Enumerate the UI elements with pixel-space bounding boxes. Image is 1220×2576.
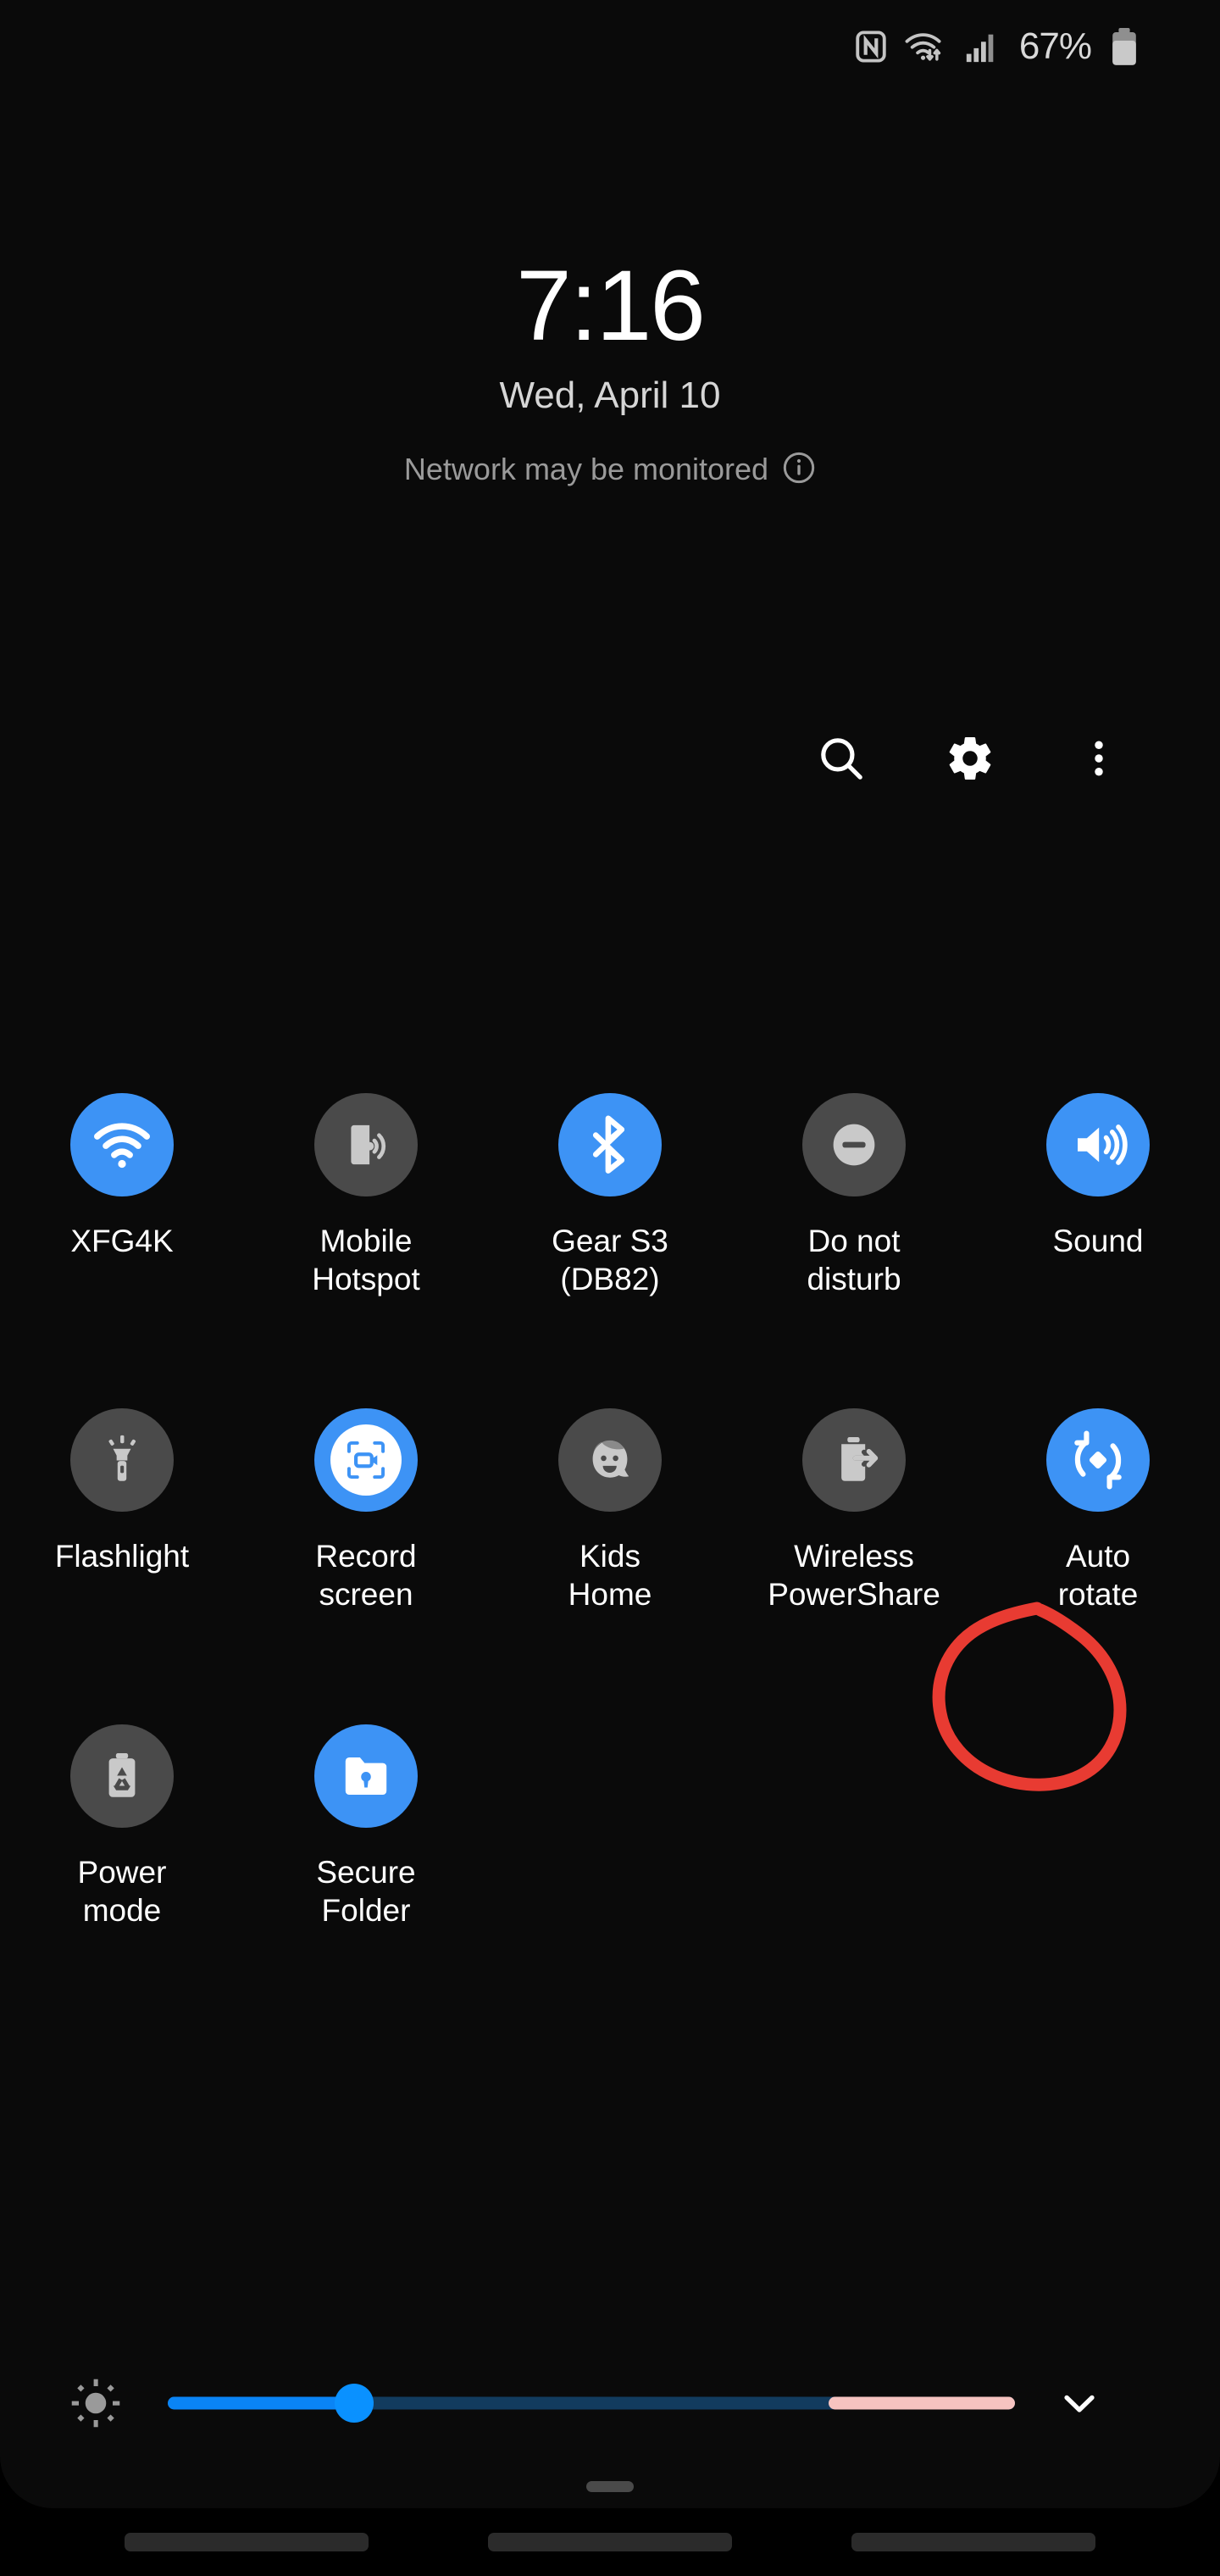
tile-label: Auto rotate <box>1057 1539 1139 1613</box>
nfc-icon <box>853 29 889 64</box>
nav-pill-home[interactable] <box>488 2533 732 2551</box>
network-monitored-notice[interactable]: Network may be monitored <box>0 451 1220 489</box>
tile-power-mode[interactable]: Power mode <box>0 1724 244 1929</box>
battery-icon <box>1110 27 1139 66</box>
settings-button[interactable] <box>940 729 1000 788</box>
tile-label: Sound <box>1052 1224 1144 1258</box>
brightness-row <box>0 2373 1220 2434</box>
nav-pill-recents[interactable] <box>125 2533 369 2551</box>
clock-block[interactable]: 7:16 Wed, April 10 Network may be monito… <box>0 253 1220 489</box>
battery-percent-label: 67% <box>1018 25 1092 67</box>
clock-date[interactable]: Wed, April 10 <box>0 375 1220 417</box>
info-icon[interactable] <box>782 451 816 489</box>
more-options-button[interactable] <box>1069 729 1128 788</box>
nav-pill-back[interactable] <box>851 2533 1095 2551</box>
tile-label: Record screen <box>315 1539 417 1613</box>
tile-sound[interactable]: Sound <box>976 1093 1220 1298</box>
navigation-bar <box>0 2508 1220 2576</box>
wifi-transfer-icon <box>904 28 948 65</box>
panel-drag-handle[interactable] <box>586 2481 634 2492</box>
tile-flashlight[interactable]: Flashlight <box>0 1408 244 1613</box>
wireless-powershare-icon[interactable] <box>802 1408 906 1513</box>
clock-time[interactable]: 7:16 <box>0 253 1220 359</box>
quick-settings-tiles: XFG4K Mobile Hotspot Gear S3 (DB82) Do n… <box>0 1093 1220 1929</box>
do-not-disturb-icon[interactable] <box>802 1093 906 1196</box>
power-mode-icon[interactable] <box>70 1724 174 1828</box>
quick-settings-panel: 67% 7:16 Wed, April 10 Network may be mo… <box>0 0 1220 2508</box>
tile-bluetooth[interactable]: Gear S3 (DB82) <box>488 1093 732 1298</box>
expand-brightness-button[interactable] <box>1049 2373 1110 2434</box>
tile-wifi[interactable]: XFG4K <box>0 1093 244 1298</box>
bluetooth-icon[interactable] <box>558 1093 662 1196</box>
tile-label: XFG4K <box>70 1224 174 1258</box>
tile-wireless-powershare[interactable]: Wireless PowerShare <box>732 1408 976 1613</box>
flashlight-icon[interactable] <box>70 1408 174 1513</box>
tile-label: Flashlight <box>54 1539 190 1574</box>
brightness-slider-thumb[interactable] <box>335 2384 374 2423</box>
tile-kids-home[interactable]: Kids Home <box>488 1408 732 1613</box>
status-bar: 67% <box>0 0 1220 93</box>
wifi-icon[interactable] <box>70 1093 174 1196</box>
brightness-slider-fill <box>168 2396 354 2410</box>
tile-label: Gear S3 (DB82) <box>552 1224 668 1297</box>
tile-label: Mobile Hotspot <box>312 1224 420 1297</box>
brightness-slider[interactable] <box>168 2384 1015 2423</box>
auto-rotate-icon[interactable] <box>1046 1408 1150 1513</box>
tile-auto-rotate[interactable]: Auto rotate <box>976 1408 1220 1613</box>
record-screen-inner-disc <box>330 1424 402 1496</box>
brightness-icon[interactable] <box>66 2373 125 2433</box>
secure-folder-icon[interactable] <box>314 1724 418 1828</box>
tile-secure-folder[interactable]: Secure Folder <box>244 1724 488 1929</box>
tile-record-screen[interactable]: Record screen <box>244 1408 488 1613</box>
tile-label: Kids Home <box>568 1539 652 1613</box>
tile-do-not-disturb[interactable]: Do not disturb <box>732 1093 976 1298</box>
tile-mobile-hotspot[interactable]: Mobile Hotspot <box>244 1093 488 1298</box>
kids-home-icon[interactable] <box>558 1408 662 1513</box>
tile-label: Do not disturb <box>807 1224 901 1297</box>
tile-label: Secure Folder <box>316 1854 416 1928</box>
tile-label: Power mode <box>77 1854 167 1928</box>
cellular-signal-icon <box>963 29 999 64</box>
mobile-hotspot-icon[interactable] <box>314 1093 418 1196</box>
panel-header-actions <box>0 729 1220 788</box>
search-button[interactable] <box>812 729 871 788</box>
brightness-slider-extra-range <box>829 2396 1015 2410</box>
network-monitored-label: Network may be monitored <box>403 452 769 487</box>
sound-icon[interactable] <box>1046 1093 1150 1196</box>
tile-label: Wireless PowerShare <box>768 1539 940 1613</box>
record-screen-icon[interactable] <box>314 1408 418 1513</box>
